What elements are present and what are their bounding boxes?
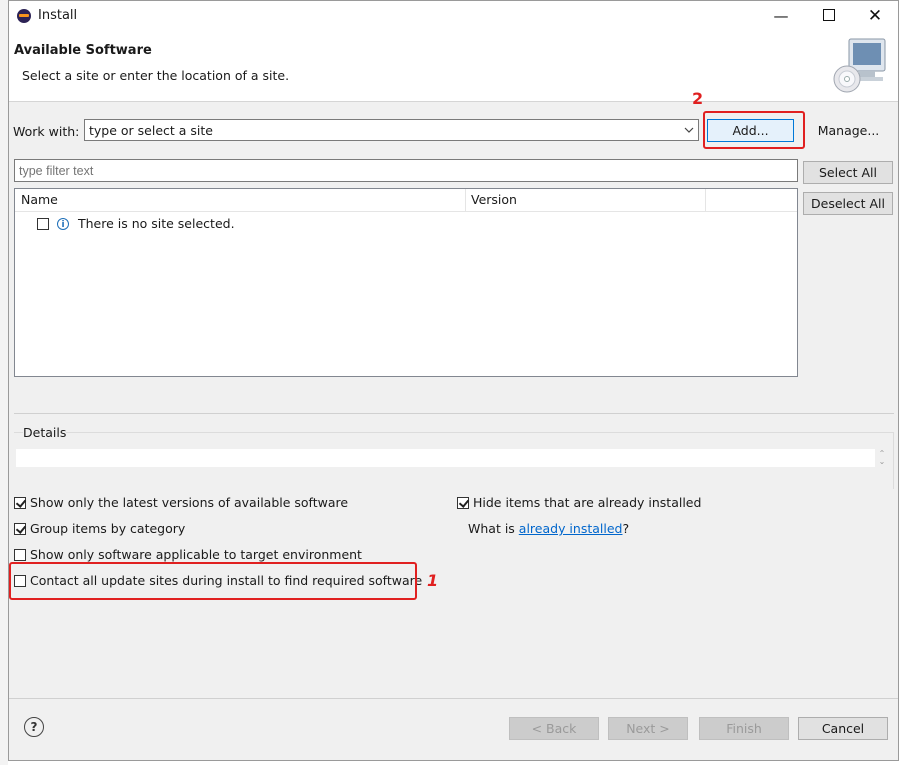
column-header-name[interactable]: Name <box>21 192 58 207</box>
column-header-version[interactable]: Version <box>471 192 517 207</box>
group-by-category-option[interactable]: Group items by category <box>14 521 185 537</box>
latest-versions-checkbox[interactable] <box>14 496 26 509</box>
target-environment-label: Show only software applicable to target … <box>30 547 362 562</box>
work-with-value: type or select a site <box>89 123 213 138</box>
what-is-prefix: What is <box>468 521 519 536</box>
close-button[interactable]: ✕ <box>852 1 898 31</box>
annotation-mark-1: 1 <box>427 571 439 590</box>
latest-versions-option[interactable]: Show only the latest versions of availab… <box>14 495 348 511</box>
info-icon: i <box>56 217 69 230</box>
latest-versions-label: Show only the latest versions of availab… <box>30 495 349 510</box>
details-label: Details <box>23 425 67 440</box>
filter-input[interactable] <box>14 159 798 182</box>
hide-installed-option[interactable]: Hide items that are already installed <box>457 495 701 511</box>
column-divider[interactable] <box>705 189 706 211</box>
install-dialog: Install — ✕ Available Software Select a … <box>8 0 899 761</box>
title-bar: Install — ✕ <box>9 1 898 31</box>
deselect-all-button[interactable]: Deselect All <box>803 192 893 215</box>
work-with-combo[interactable]: type or select a site <box>84 119 699 141</box>
minimize-button[interactable]: — <box>758 1 804 31</box>
manage-button[interactable]: Manage... <box>809 119 888 142</box>
maximize-icon <box>823 9 835 21</box>
sash-divider[interactable] <box>14 413 894 414</box>
group-by-category-checkbox[interactable] <box>14 522 26 535</box>
background-app-strip <box>0 0 8 765</box>
finish-button[interactable]: Finish <box>699 717 789 740</box>
tree-row-text: There is no site selected. <box>77 216 235 231</box>
tree-row[interactable]: i There is no site selected. <box>37 215 235 233</box>
what-is-suffix: ? <box>622 521 630 536</box>
annotation-mark-2: 2 <box>692 89 704 108</box>
target-environment-checkbox[interactable] <box>14 548 26 561</box>
window-title: Install <box>38 8 78 23</box>
install-computer-icon <box>833 38 886 93</box>
wizard-header: Available Software Select a site or ente… <box>9 31 898 102</box>
group-by-category-label: Group items by category <box>30 521 186 536</box>
hide-installed-label: Hide items that are already installed <box>473 495 702 510</box>
column-divider[interactable] <box>465 189 466 211</box>
cancel-button[interactable]: Cancel <box>798 717 888 740</box>
already-installed-link[interactable]: already installed <box>519 521 623 536</box>
footer-separator <box>9 698 898 699</box>
annotation-box-contact <box>9 562 417 600</box>
select-all-button[interactable]: Select All <box>803 161 893 184</box>
tree-row-checkbox[interactable] <box>37 217 49 230</box>
hide-installed-checkbox[interactable] <box>457 496 469 509</box>
page-subtitle: Select a site or enter the location of a… <box>22 68 290 83</box>
maximize-button[interactable] <box>806 1 852 31</box>
eclipse-icon <box>17 9 31 23</box>
details-scroll-arrows[interactable]: ⌃ ⌄ <box>877 450 887 468</box>
work-with-label: Work with: <box>13 124 80 139</box>
tree-header: Name Version <box>15 189 797 212</box>
annotation-box-add <box>703 111 805 149</box>
target-environment-option[interactable]: Show only software applicable to target … <box>14 547 362 563</box>
software-tree[interactable]: Name Version i There is no site selected… <box>14 188 798 377</box>
page-title: Available Software <box>14 43 152 58</box>
help-icon[interactable]: ? <box>24 717 44 737</box>
back-button[interactable]: < Back <box>509 717 599 740</box>
what-is-installed-text: What is already installed? <box>468 521 629 536</box>
chevron-down-icon[interactable] <box>684 125 694 135</box>
details-text <box>16 449 875 467</box>
next-button[interactable]: Next > <box>608 717 688 740</box>
